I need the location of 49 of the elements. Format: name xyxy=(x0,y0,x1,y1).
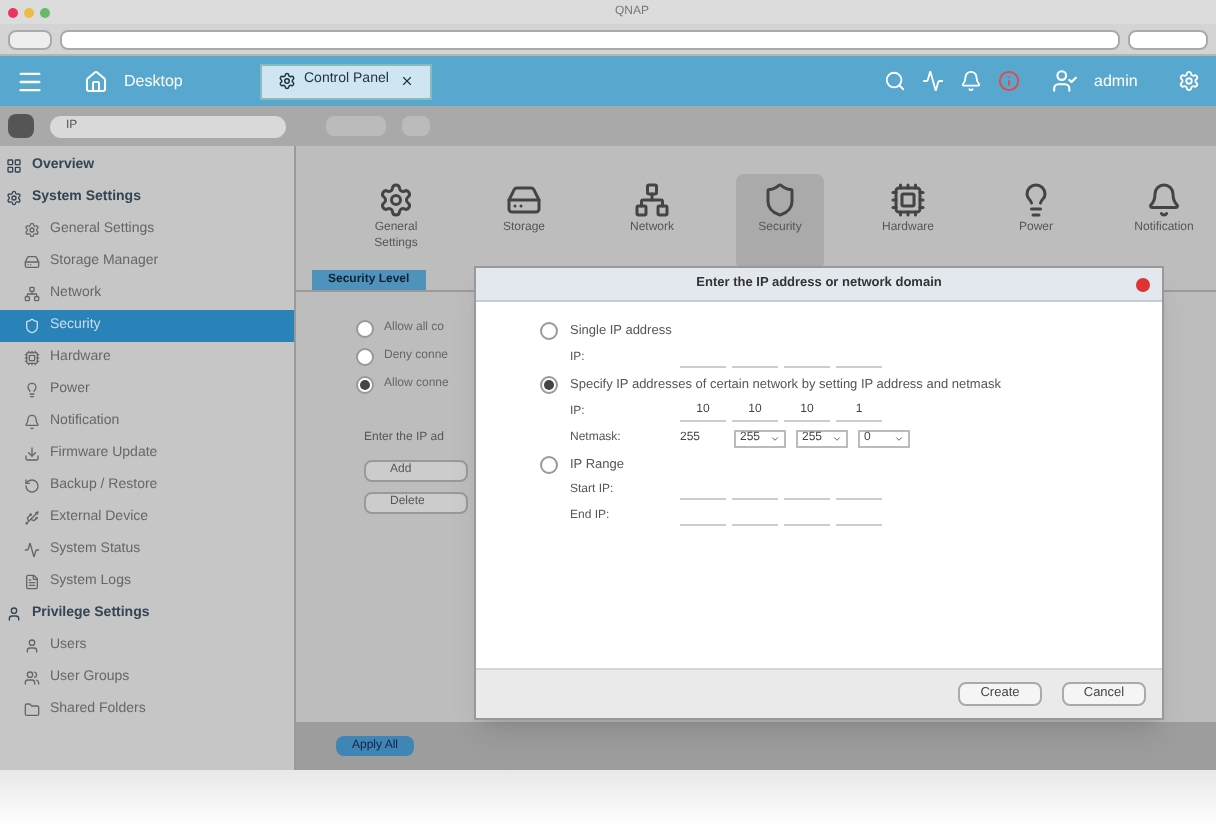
back-button[interactable] xyxy=(8,29,52,49)
bulb-icon xyxy=(24,382,40,398)
caret-icon xyxy=(894,433,904,443)
chip-icon xyxy=(890,182,926,218)
close-icon[interactable] xyxy=(400,74,414,88)
home-label[interactable]: Desktop xyxy=(124,69,244,93)
download-icon xyxy=(24,446,40,462)
address-field[interactable] xyxy=(60,29,1120,49)
search-field[interactable] xyxy=(1128,29,1208,49)
network-icon xyxy=(24,286,40,302)
drive-icon xyxy=(506,182,542,218)
bell-icon[interactable] xyxy=(960,70,982,92)
shield-icon xyxy=(762,182,798,218)
home-icon[interactable] xyxy=(84,69,108,93)
network-icon xyxy=(634,182,670,218)
radio-button[interactable] xyxy=(356,348,374,366)
grid-icon xyxy=(6,158,22,174)
menu-icon[interactable] xyxy=(16,67,44,95)
radio-button[interactable] xyxy=(540,322,558,341)
person-icon xyxy=(24,638,40,654)
gear-icon xyxy=(24,222,40,238)
chip-icon xyxy=(24,350,40,366)
pulse-icon[interactable] xyxy=(922,70,944,92)
gear-icon xyxy=(278,72,296,90)
drive-icon xyxy=(24,254,40,270)
close-button[interactable] xyxy=(1136,277,1150,291)
bell-icon xyxy=(24,414,40,430)
user-name[interactable]: admin xyxy=(1094,69,1162,93)
person-icon xyxy=(6,606,22,622)
gear-icon xyxy=(378,182,414,218)
radio-button[interactable] xyxy=(540,455,558,474)
caret-icon xyxy=(770,433,780,443)
pulse-icon xyxy=(24,542,40,558)
shield-icon xyxy=(24,318,40,334)
usb-icon xyxy=(24,510,40,526)
restore-icon xyxy=(24,478,40,494)
person-icon[interactable] xyxy=(1052,68,1078,94)
search-icon[interactable] xyxy=(884,70,906,92)
radio-button[interactable] xyxy=(356,320,374,338)
bell-icon xyxy=(1146,182,1182,218)
gear-icon[interactable] xyxy=(1178,70,1200,92)
radio-button[interactable] xyxy=(356,376,374,394)
radio-button[interactable] xyxy=(540,376,558,395)
gear-icon xyxy=(6,190,22,206)
document-icon xyxy=(24,574,40,590)
grid-button[interactable] xyxy=(8,114,34,138)
folder-icon xyxy=(24,702,40,718)
caret-icon xyxy=(832,433,842,443)
people-icon xyxy=(24,670,40,686)
